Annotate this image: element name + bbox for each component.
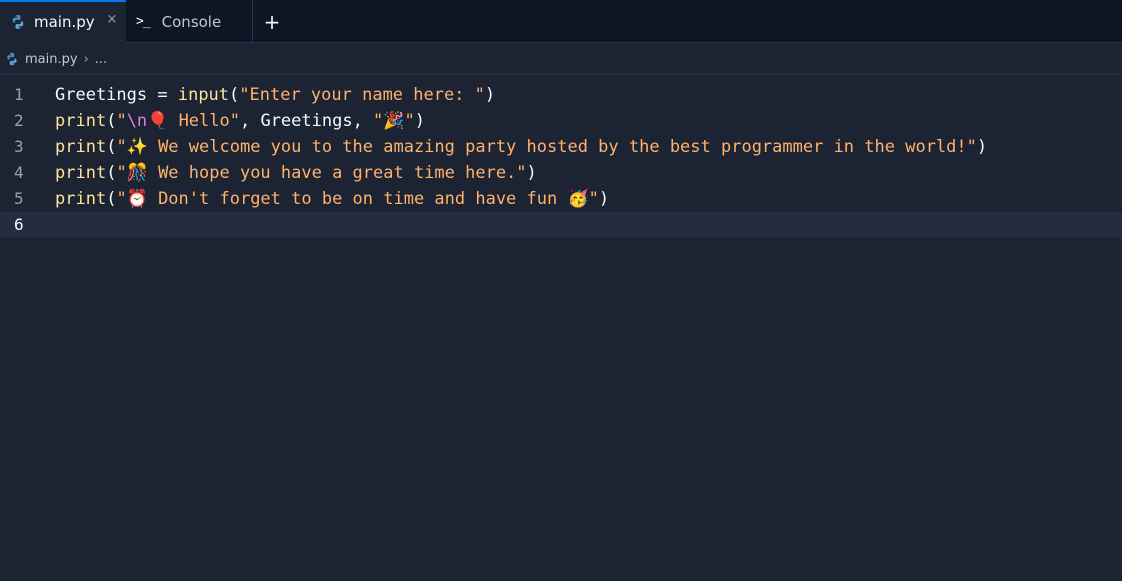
code-line-current[interactable]: 6 [0,212,1122,238]
python-icon [12,14,24,29]
code-text: print("🎊 We hope you have a great time h… [55,163,537,183]
python-icon [7,52,17,66]
breadcrumb-file[interactable]: main.py [25,52,78,67]
code-text: print("⏰ Don't forget to be on time and … [55,189,610,209]
tab-console[interactable]: >_ Console [126,0,253,43]
line-number: 3 [14,137,24,156]
new-tab-button[interactable]: + [253,0,291,43]
line-number: 6 [14,215,24,234]
code-text: Greetings = input("Enter your name here:… [55,85,496,105]
code-line[interactable]: 2 print("\n🎈 Hello", Greetings, "🎉") [0,108,1122,134]
line-number: 5 [14,189,24,208]
chevron-right-icon: › [83,51,89,67]
terminal-prompt-icon: >_ [136,14,151,29]
code-text: print("✨ We welcome you to the amazing p… [55,137,988,157]
line-number: 2 [14,111,24,130]
code-line[interactable]: 3 print("✨ We welcome you to the amazing… [0,134,1122,160]
line-number: 1 [14,85,24,104]
tab-label: Console [161,12,222,31]
tab-bar: main.py × >_ Console + [0,0,1122,43]
code-editor[interactable]: 1 Greetings = input("Enter your name her… [0,82,1122,238]
close-icon[interactable]: × [105,13,119,27]
code-text: print("\n🎈 Hello", Greetings, "🎉") [55,111,425,131]
code-line[interactable]: 1 Greetings = input("Enter your name her… [0,82,1122,108]
breadcrumb: main.py › ... [0,44,1122,75]
tab-main-py[interactable]: main.py × [0,0,126,43]
code-line[interactable]: 5 print("⏰ Don't forget to be on time an… [0,186,1122,212]
code-line[interactable]: 4 print("🎊 We hope you have a great time… [0,160,1122,186]
tab-label: main.py [34,12,95,31]
line-number: 4 [14,163,24,182]
breadcrumb-more[interactable]: ... [95,52,107,67]
